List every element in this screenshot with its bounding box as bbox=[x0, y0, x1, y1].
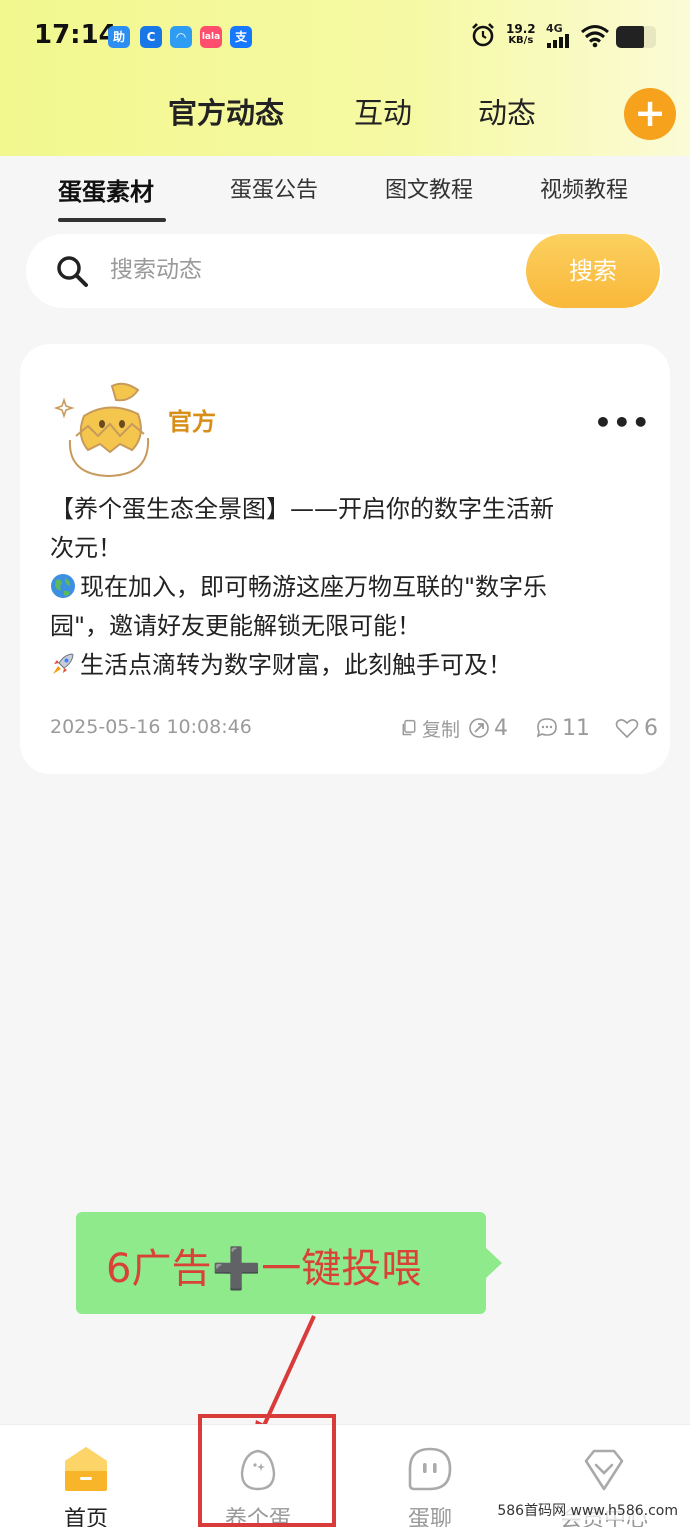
app-notification-icon: C bbox=[140, 26, 162, 48]
signal-icon bbox=[547, 34, 569, 48]
subtab-video-tutorials[interactable]: 视频教程 bbox=[540, 172, 628, 204]
more-options-icon[interactable]: ••• bbox=[594, 406, 651, 439]
speed-unit: KB/s bbox=[508, 35, 534, 46]
post-author[interactable]: 官方 bbox=[168, 402, 216, 437]
post-line-with-emoji: 生活点滴转为数字财富，此刻触手可及！ bbox=[50, 646, 650, 685]
add-post-button[interactable]: + bbox=[624, 88, 676, 140]
post-line-text: 现在加入，即可畅游这座万物互联的"数字乐 bbox=[80, 573, 548, 601]
copy-icon bbox=[402, 719, 416, 736]
diamond-icon bbox=[584, 1449, 624, 1491]
share-button[interactable]: 4 bbox=[468, 714, 508, 742]
comment-count: 11 bbox=[562, 715, 590, 741]
post-line-text: 生活点滴转为数字财富，此刻触手可及！ bbox=[80, 651, 512, 679]
annotation-text: 6广告➕一键投喂 bbox=[106, 1246, 422, 1292]
like-button[interactable]: 6 bbox=[614, 714, 658, 742]
post-content: 【养个蛋生态全景图】——开启你的数字生活新 次元！ 现在加入，即可畅游这座万物互… bbox=[50, 490, 650, 685]
status-time: 17:14 bbox=[34, 20, 117, 50]
copy-label: 复制 bbox=[422, 718, 461, 741]
watermark: 586首码网 www.h586.com bbox=[493, 1500, 682, 1520]
app-notification-icon: ◠ bbox=[170, 26, 192, 48]
post-card[interactable]: 官方 ••• 【养个蛋生态全景图】——开启你的数字生活新 次元！ 现在加入，即可… bbox=[20, 344, 670, 774]
app-notification-icon: 助 bbox=[108, 26, 130, 48]
speed-value: 19.2 bbox=[506, 22, 536, 36]
post-line-with-emoji: 现在加入，即可畅游这座万物互联的"数字乐 bbox=[50, 568, 650, 607]
like-count: 6 bbox=[644, 715, 658, 741]
search-icon bbox=[57, 256, 88, 287]
copy-button[interactable]: 复制 bbox=[400, 714, 460, 742]
chat-icon bbox=[408, 1447, 452, 1491]
app-notification-icon: lala bbox=[200, 26, 222, 48]
battery-icon bbox=[616, 26, 656, 48]
active-tab-indicator bbox=[58, 218, 166, 222]
wifi-icon bbox=[581, 25, 609, 48]
tab-official-news[interactable]: 官方动态 bbox=[168, 90, 284, 132]
annotation-callout: 6广告➕一键投喂 bbox=[76, 1212, 502, 1314]
post-meta: 2025-05-16 10:08:46 复制 4 11 6 bbox=[50, 714, 658, 744]
tab-interaction[interactable]: 互动 bbox=[354, 90, 412, 132]
tab-feed[interactable]: 动态 bbox=[478, 90, 536, 132]
nav-egg-chat-label: 蛋聊 bbox=[407, 1507, 452, 1527]
annotation-highlight-box bbox=[198, 1414, 336, 1527]
nav-home-label: 首页 bbox=[63, 1507, 108, 1527]
alarm-icon bbox=[472, 23, 494, 47]
network-speed: 19.2 KB/s bbox=[506, 23, 536, 47]
comment-icon bbox=[536, 718, 557, 738]
nav-egg-chat[interactable]: 蛋聊 bbox=[344, 1425, 516, 1527]
post-timestamp: 2025-05-16 10:08:46 bbox=[50, 716, 252, 738]
share-count: 4 bbox=[494, 715, 508, 741]
post-line: 【养个蛋生态全景图】——开启你的数字生活新 bbox=[50, 495, 554, 523]
subtab-egg-announcements[interactable]: 蛋蛋公告 bbox=[230, 172, 318, 204]
heart-icon bbox=[615, 719, 639, 739]
subtab-egg-materials[interactable]: 蛋蛋素材 bbox=[58, 172, 154, 207]
globe-emoji-icon bbox=[51, 574, 75, 598]
home-icon bbox=[65, 1447, 107, 1491]
search-input[interactable] bbox=[110, 248, 410, 292]
search-bar: 搜索 bbox=[26, 234, 662, 308]
official-avatar-egg-icon bbox=[54, 382, 150, 478]
post-line: 次元！ bbox=[50, 534, 122, 562]
rocket-emoji-icon bbox=[53, 653, 74, 674]
share-icon bbox=[469, 718, 489, 738]
app-notification-icon: 支 bbox=[230, 26, 252, 48]
post-line: 园"，邀请好友更能解锁无限可能！ bbox=[50, 612, 422, 640]
comment-button[interactable]: 11 bbox=[536, 714, 590, 742]
subtab-image-tutorials[interactable]: 图文教程 bbox=[385, 172, 473, 204]
nav-home[interactable]: 首页 bbox=[0, 1425, 172, 1527]
search-button[interactable]: 搜索 bbox=[526, 234, 660, 308]
status-bar: 17:14 助 C ◠ lala 支 19.2 KB/s 4G bbox=[0, 0, 690, 72]
